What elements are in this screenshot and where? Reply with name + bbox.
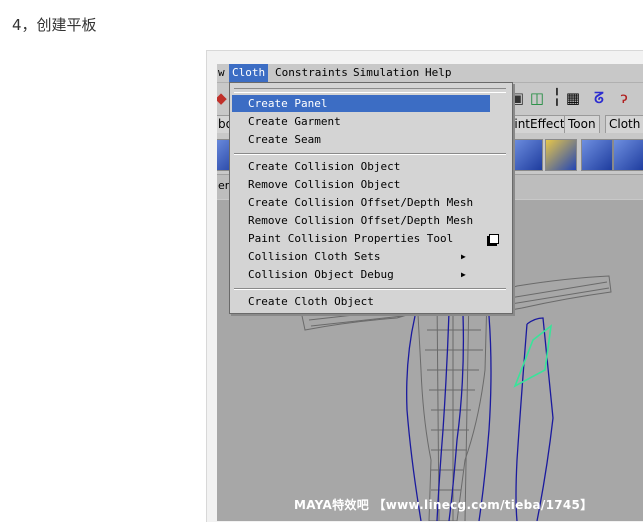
option-box-icon[interactable] bbox=[489, 234, 499, 244]
panel-menu-partial[interactable]: er bbox=[218, 179, 229, 192]
curve-icon[interactable]: ᘔ bbox=[589, 88, 609, 108]
tab-toon[interactable]: Toon bbox=[564, 115, 600, 133]
menu-item-remove-collision-offset[interactable]: Remove Collision Offset/Depth Mesh bbox=[232, 212, 490, 229]
tab-cloth[interactable]: Cloth bbox=[605, 115, 643, 133]
select-icon[interactable]: ◫ bbox=[527, 88, 547, 108]
menu-separator bbox=[234, 288, 506, 290]
menu-item-create-panel[interactable]: Create Panel bbox=[232, 95, 490, 112]
menu-item-collision-cloth-sets[interactable]: Collision Cloth Sets bbox=[232, 248, 490, 265]
shelf-grid-icon[interactable] bbox=[545, 139, 577, 171]
step-caption: 4，创建平板 bbox=[12, 16, 97, 34]
menu-item-create-collision-offset[interactable]: Create Collision Offset/Depth Mesh bbox=[232, 194, 490, 211]
shelf-seam-icon[interactable] bbox=[581, 139, 613, 171]
menu-window-partial[interactable]: w bbox=[218, 66, 225, 79]
shelf-cloth-icon[interactable] bbox=[613, 139, 643, 171]
menu-bar: w Cloth Constraints Simulation Help bbox=[217, 64, 643, 83]
menu-constraints[interactable]: Constraints bbox=[275, 66, 348, 79]
menu-item-create-garment[interactable]: Create Garment bbox=[232, 113, 490, 130]
menu-item-create-cloth-object[interactable]: Create Cloth Object bbox=[232, 293, 490, 310]
menu-tearoff[interactable] bbox=[234, 88, 506, 93]
menu-item-create-seam[interactable]: Create Seam bbox=[232, 131, 490, 148]
grid-icon[interactable]: ▦ bbox=[563, 88, 583, 108]
submenu-arrow-icon: ▶ bbox=[461, 270, 466, 279]
menu-separator bbox=[234, 153, 506, 155]
menu-help[interactable]: Help bbox=[425, 66, 452, 79]
submenu-arrow-icon: ▶ bbox=[461, 252, 466, 261]
shelf-garment-icon[interactable] bbox=[511, 139, 543, 171]
menu-item-collision-object-debug[interactable]: Collision Object Debug bbox=[232, 266, 490, 283]
menu-item-create-collision-object[interactable]: Create Collision Object bbox=[232, 158, 490, 175]
menu-item-remove-collision-object[interactable]: Remove Collision Object bbox=[232, 176, 490, 193]
menu-cloth[interactable]: Cloth bbox=[229, 64, 269, 82]
menu-simulation[interactable]: Simulation bbox=[353, 66, 419, 79]
created-panel-outline[interactable] bbox=[513, 324, 553, 388]
cloth-dropdown-menu: Create Panel Create Garment Create Seam … bbox=[229, 82, 513, 314]
ribbon-icon[interactable]: ɂ bbox=[614, 88, 634, 108]
watermark: MAYA特效吧 【www.linecg.com/tieba/1745】 bbox=[294, 498, 593, 512]
menu-item-paint-collision-tool[interactable]: Paint Collision Properties Tool bbox=[232, 230, 490, 247]
